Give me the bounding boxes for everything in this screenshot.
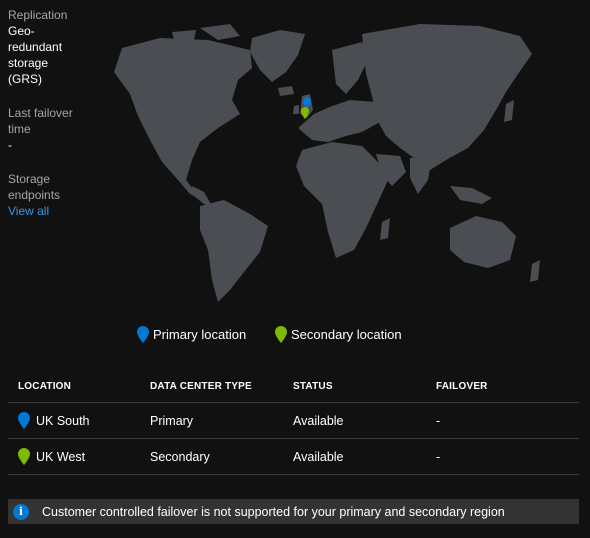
primary-pin-icon <box>18 412 30 429</box>
legend-secondary: Secondary location <box>275 326 402 343</box>
table-header: LOCATION DATA CENTER TYPE STATUS FAILOVE… <box>8 370 579 403</box>
legend-primary: Primary location <box>137 326 246 343</box>
legend-secondary-label: Secondary location <box>291 327 402 342</box>
replication-value-line: storage <box>8 56 49 70</box>
notice-text: Customer controlled failover is not supp… <box>42 504 505 519</box>
last-failover-label: Last failover <box>8 106 73 120</box>
location-name: UK West <box>36 449 86 464</box>
storage-endpoints-info: Storage endpoints View all <box>8 171 98 219</box>
last-failover-value: - <box>8 138 12 152</box>
header-failover: FAILOVER <box>436 380 488 392</box>
world-map <box>100 10 560 310</box>
storage-endpoints-label: Storage <box>8 172 51 186</box>
failover-notice: i Customer controlled failover is not su… <box>8 499 579 524</box>
info-panel: Replication Geo- redundant storage (GRS)… <box>8 7 98 237</box>
table-row: UK South Primary Available - <box>8 403 579 439</box>
locations-table: LOCATION DATA CENTER TYPE STATUS FAILOVE… <box>8 370 579 475</box>
primary-pin-icon <box>137 326 149 343</box>
world-map-graphic <box>114 24 540 302</box>
replication-value-line: (GRS) <box>8 72 42 86</box>
cell-data-center-type: Primary <box>150 413 194 428</box>
map-legend: Primary location Secondary location <box>0 326 590 350</box>
cell-status: Available <box>293 413 344 428</box>
secondary-pin-icon <box>275 326 287 343</box>
storage-endpoints-label: endpoints <box>8 188 61 202</box>
map-secondary-pin <box>301 107 309 119</box>
header-status: STATUS <box>293 380 333 392</box>
legend-primary-label: Primary location <box>153 327 247 342</box>
last-failover-info: Last failover time - <box>8 105 98 153</box>
cell-failover: - <box>436 449 441 464</box>
info-icon: i <box>13 503 29 520</box>
last-failover-label: time <box>8 122 31 136</box>
secondary-pin-icon <box>18 448 30 465</box>
location-name: UK South <box>36 413 90 428</box>
cell-location: UK South <box>8 412 150 429</box>
table-row: UK West Secondary Available - <box>8 439 579 475</box>
view-all-link[interactable]: View all <box>8 203 98 219</box>
cell-location: UK West <box>8 448 150 465</box>
header-data-center-type: DATA CENTER TYPE <box>150 380 252 392</box>
header-location: LOCATION <box>18 380 72 392</box>
replication-value-line: redundant <box>8 40 63 54</box>
replication-value-line: Geo- <box>8 24 35 38</box>
cell-failover: - <box>436 413 441 428</box>
cell-data-center-type: Secondary <box>150 449 210 464</box>
replication-label: Replication <box>8 8 68 22</box>
replication-info: Replication Geo- redundant storage (GRS) <box>8 7 98 87</box>
cell-status: Available <box>293 449 344 464</box>
